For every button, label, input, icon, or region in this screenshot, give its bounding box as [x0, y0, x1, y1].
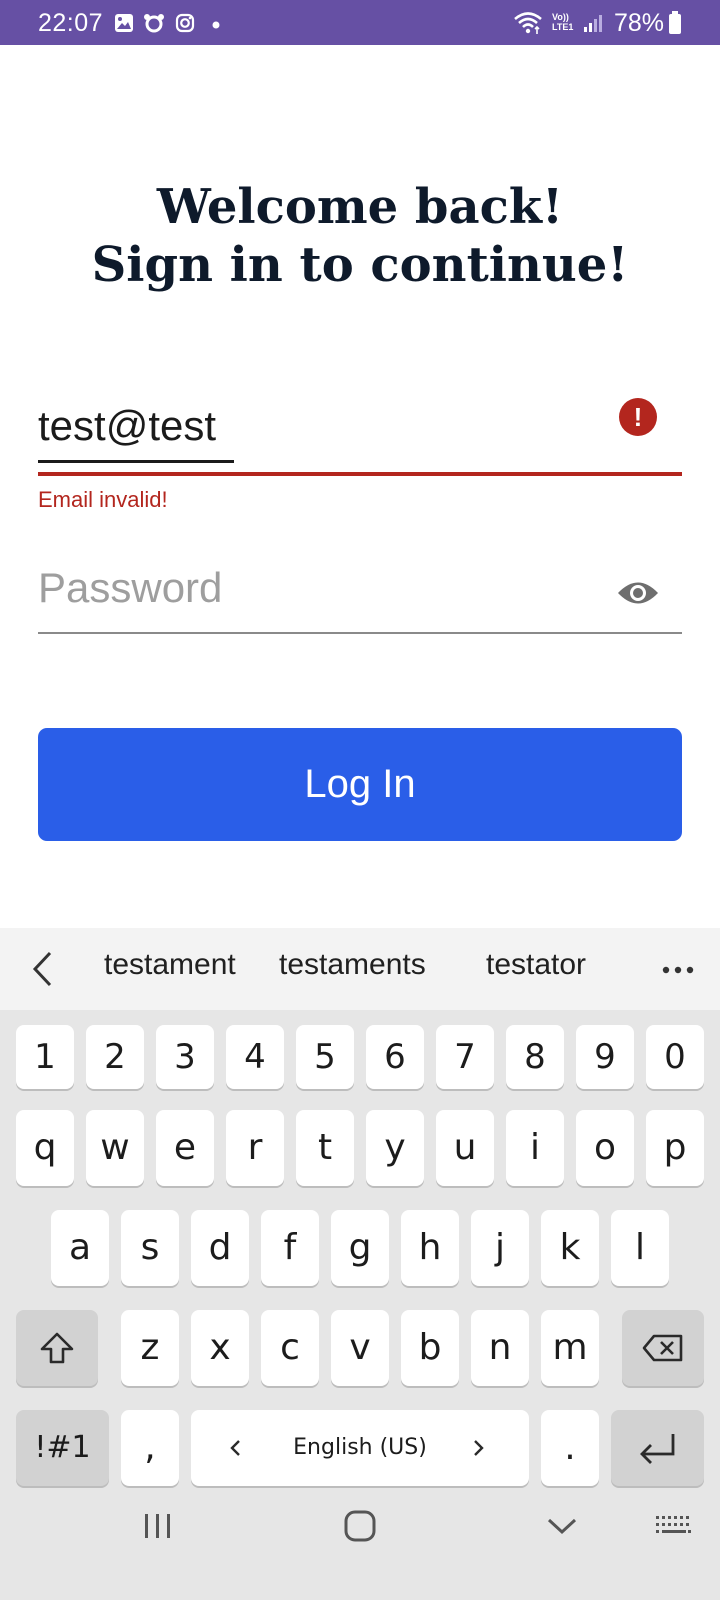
suggestion-item[interactable]: testament: [104, 948, 236, 982]
key-4[interactable]: 4: [226, 1025, 284, 1089]
instagram-icon: [175, 13, 195, 33]
chevron-left-icon[interactable]: [28, 950, 58, 988]
enter-icon: [639, 1434, 674, 1464]
email-error-underline: [38, 472, 682, 476]
suggestion-item[interactable]: testator: [486, 948, 586, 982]
key-b[interactable]: b: [401, 1310, 459, 1386]
key-o[interactable]: o: [576, 1110, 634, 1186]
key-u[interactable]: u: [436, 1110, 494, 1186]
password-input[interactable]: [38, 548, 598, 628]
shift-icon: [40, 1332, 74, 1364]
title-line-1: Welcome back!: [156, 179, 564, 235]
key-r[interactable]: r: [226, 1110, 284, 1186]
key-c[interactable]: c: [261, 1310, 319, 1386]
gallery-icon: [115, 14, 133, 32]
keyboard-icon[interactable]: [655, 1514, 693, 1538]
key-d[interactable]: d: [191, 1210, 249, 1286]
key-j[interactable]: j: [471, 1210, 529, 1286]
comma-key[interactable]: ,: [121, 1410, 179, 1486]
battery-icon: [669, 11, 681, 34]
email-error-message: Email invalid!: [38, 487, 168, 512]
key-z[interactable]: z: [121, 1310, 179, 1386]
keyboard: 1 2 3 4 5 6 7 8 9 0 q w e r t y u i o p …: [0, 1010, 720, 1490]
key-a[interactable]: a: [51, 1210, 109, 1286]
password-field: [38, 548, 682, 634]
period-key[interactable]: .: [541, 1410, 599, 1486]
key-s[interactable]: s: [121, 1210, 179, 1286]
key-5[interactable]: 5: [296, 1025, 354, 1089]
chevron-left-icon: [230, 1440, 240, 1456]
title-line-2: Sign in to continue!: [91, 237, 629, 293]
suggestion-item[interactable]: testaments: [279, 948, 426, 982]
symbols-key[interactable]: !#1: [16, 1410, 109, 1486]
backspace-icon: [642, 1334, 683, 1362]
key-i[interactable]: i: [506, 1110, 564, 1186]
key-v[interactable]: v: [331, 1310, 389, 1386]
network-label: Vo)) LTE1: [552, 12, 574, 32]
chevron-down-icon[interactable]: [546, 1516, 578, 1536]
key-k[interactable]: k: [541, 1210, 599, 1286]
key-9[interactable]: 9: [576, 1025, 634, 1089]
key-7[interactable]: 7: [436, 1025, 494, 1089]
key-e[interactable]: e: [156, 1110, 214, 1186]
home-icon[interactable]: [344, 1510, 376, 1542]
space-key[interactable]: English (US): [191, 1410, 529, 1486]
password-underline: [38, 632, 682, 634]
key-3[interactable]: 3: [156, 1025, 214, 1089]
email-field[interactable]: test@test !: [38, 380, 682, 476]
key-0[interactable]: 0: [646, 1025, 704, 1089]
key-8[interactable]: 8: [506, 1025, 564, 1089]
page-title: Welcome back! Sign in to continue!: [0, 178, 720, 294]
eye-icon[interactable]: [616, 576, 660, 610]
key-2[interactable]: 2: [86, 1025, 144, 1089]
key-h[interactable]: h: [401, 1210, 459, 1286]
status-bar: 22:07 Vo)) LTE1 78%: [0, 0, 720, 45]
notification-dot-icon: [212, 21, 220, 29]
email-text-underline: [38, 460, 234, 463]
key-w[interactable]: w: [86, 1110, 144, 1186]
wifi-icon: [514, 12, 542, 34]
recent-apps-icon[interactable]: [142, 1512, 174, 1540]
keyboard-suggestion-bar: testament testaments testator: [0, 928, 720, 1010]
key-6[interactable]: 6: [366, 1025, 424, 1089]
alarm-icon: [144, 14, 164, 33]
battery-percent: 78%: [614, 9, 665, 37]
email-input-value[interactable]: test@test: [38, 402, 216, 450]
language-label: English (US): [293, 1435, 427, 1460]
more-options-icon[interactable]: [662, 966, 694, 974]
key-l[interactable]: l: [611, 1210, 669, 1286]
key-x[interactable]: x: [191, 1310, 249, 1386]
key-1[interactable]: 1: [16, 1025, 74, 1089]
system-nav-bar: [0, 1490, 720, 1600]
key-y[interactable]: y: [366, 1110, 424, 1186]
key-t[interactable]: t: [296, 1110, 354, 1186]
shift-key[interactable]: [16, 1310, 98, 1386]
enter-key[interactable]: [611, 1410, 704, 1486]
key-m[interactable]: m: [541, 1310, 599, 1386]
key-p[interactable]: p: [646, 1110, 704, 1186]
error-icon: !: [619, 398, 657, 436]
key-q[interactable]: q: [16, 1110, 74, 1186]
key-n[interactable]: n: [471, 1310, 529, 1386]
chevron-right-icon: [474, 1440, 484, 1456]
key-f[interactable]: f: [261, 1210, 319, 1286]
backspace-key[interactable]: [622, 1310, 704, 1386]
login-button[interactable]: Log In: [38, 728, 682, 841]
signal-icon: [584, 15, 602, 32]
key-g[interactable]: g: [331, 1210, 389, 1286]
status-time: 22:07: [38, 9, 104, 37]
